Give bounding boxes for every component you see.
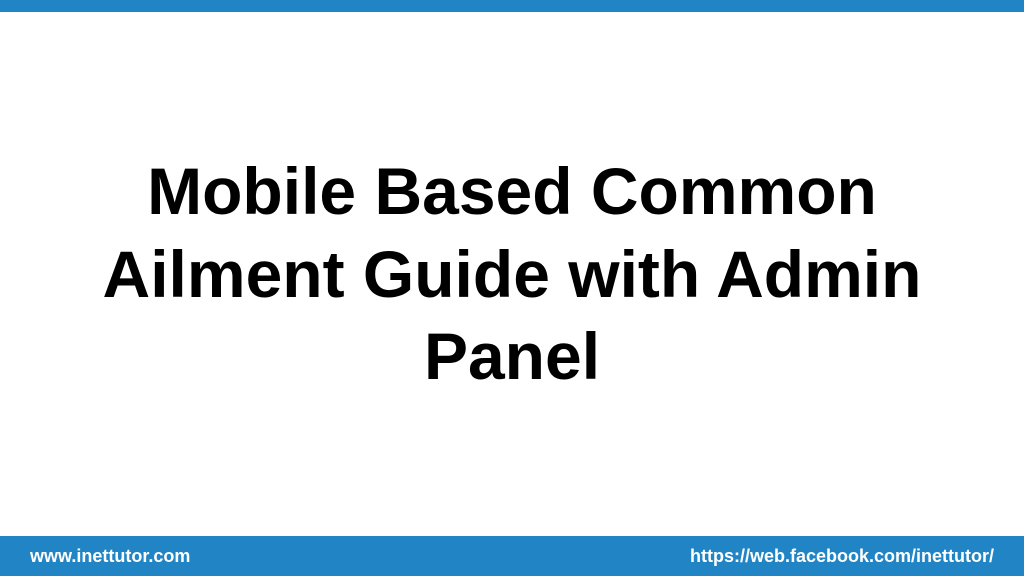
footer-social-link: https://web.facebook.com/inettutor/ — [690, 546, 994, 567]
main-content: Mobile Based Common Ailment Guide with A… — [0, 12, 1024, 536]
footer-bar: www.inettutor.com https://web.facebook.c… — [0, 536, 1024, 576]
page-title: Mobile Based Common Ailment Guide with A… — [40, 150, 984, 398]
top-accent-bar — [0, 0, 1024, 12]
footer-website: www.inettutor.com — [30, 546, 190, 567]
